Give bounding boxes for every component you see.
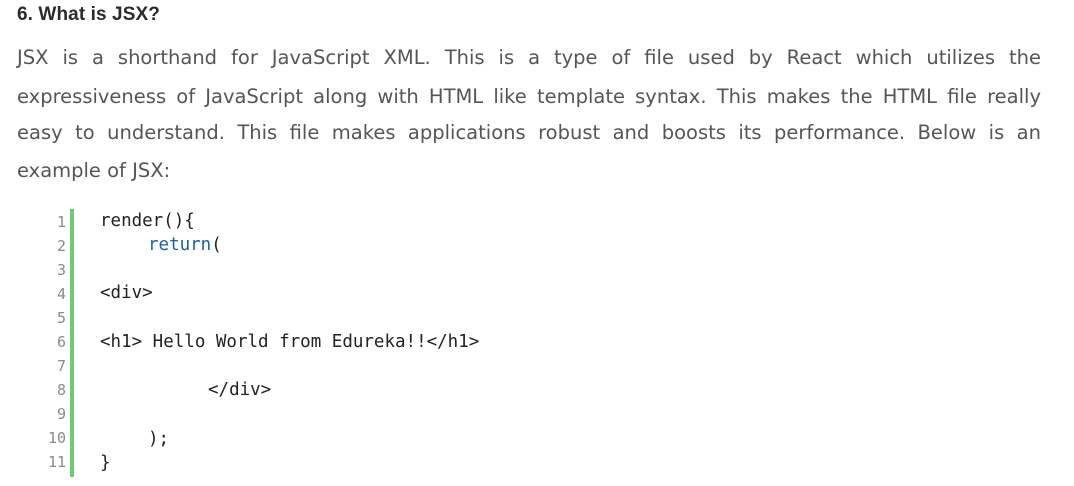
paragraph-line-1: JSX is a shorthand for JavaScript XML. T… bbox=[17, 46, 1041, 69]
line-number: 11 bbox=[47, 453, 66, 471]
paragraph-line-3: easy to understand. This file makes appl… bbox=[17, 121, 1041, 144]
line-number: 5 bbox=[56, 309, 66, 327]
code-line-4: <div> bbox=[100, 283, 153, 303]
code-line-6: <h1> Hello World from Edureka!!</h1> bbox=[100, 332, 480, 352]
line-number: 8 bbox=[56, 381, 66, 399]
code-line-1: render(){ bbox=[100, 211, 195, 231]
line-number: 6 bbox=[56, 333, 66, 351]
line-number: 2 bbox=[56, 237, 66, 255]
paragraph-line-2: expressiveness of JavaScript along with … bbox=[17, 85, 1041, 108]
line-number: 3 bbox=[56, 261, 66, 279]
gutter-accent-bar bbox=[70, 209, 74, 477]
code-token: ( bbox=[211, 235, 222, 255]
code-line-10: ); bbox=[148, 429, 170, 449]
line-number: 7 bbox=[56, 357, 66, 375]
paragraph-line-4: example of JSX: bbox=[17, 159, 171, 182]
line-number: 10 bbox=[47, 429, 66, 447]
code-line-11: } bbox=[100, 453, 111, 473]
code-block: 1 2 3 4 5 6 7 8 9 10 11 render(){ return… bbox=[0, 209, 1074, 479]
section-heading: 6. What is JSX? bbox=[17, 4, 160, 25]
line-number: 1 bbox=[56, 213, 66, 231]
code-line-2: return( bbox=[148, 233, 222, 257]
code-line-8: </div> bbox=[208, 380, 272, 400]
line-number: 4 bbox=[56, 285, 66, 303]
line-number: 9 bbox=[56, 405, 66, 423]
keyword-return: return bbox=[148, 235, 212, 255]
